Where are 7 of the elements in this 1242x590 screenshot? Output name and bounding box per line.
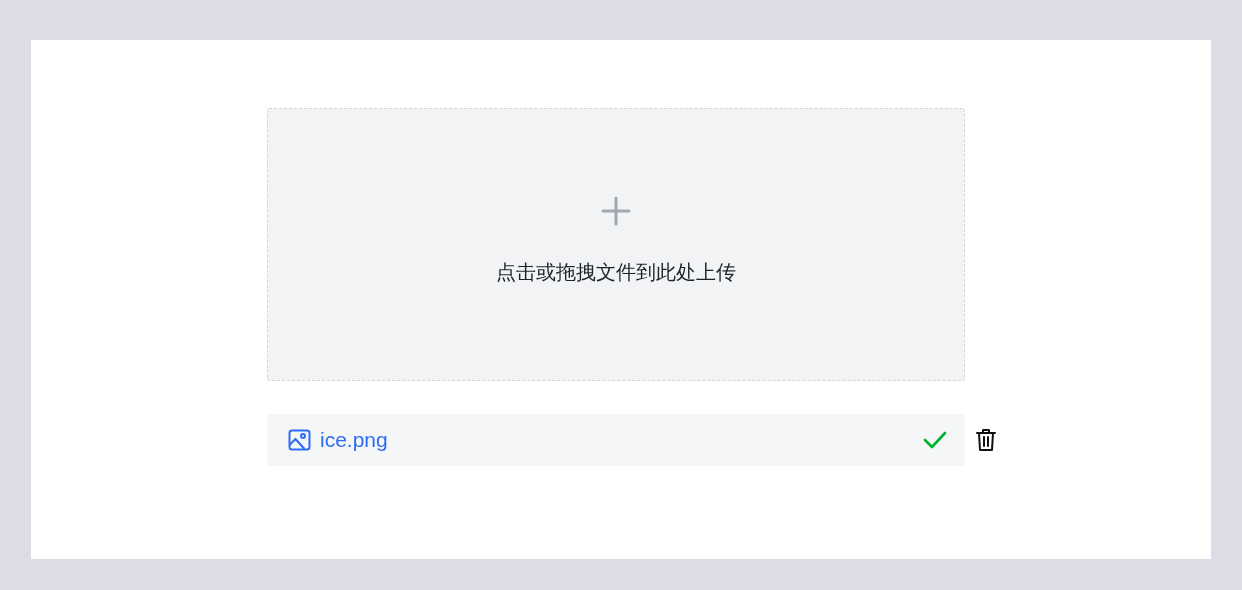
image-icon [288, 429, 311, 451]
plus-icon [600, 195, 632, 227]
file-item[interactable]: ice.png [267, 414, 965, 466]
file-name: ice.png [320, 427, 388, 454]
upload-hint: 点击或拖拽文件到此处上传 [496, 259, 736, 286]
upload-dropzone[interactable]: 点击或拖拽文件到此处上传 [267, 108, 965, 381]
delete-icon[interactable] [976, 428, 996, 452]
